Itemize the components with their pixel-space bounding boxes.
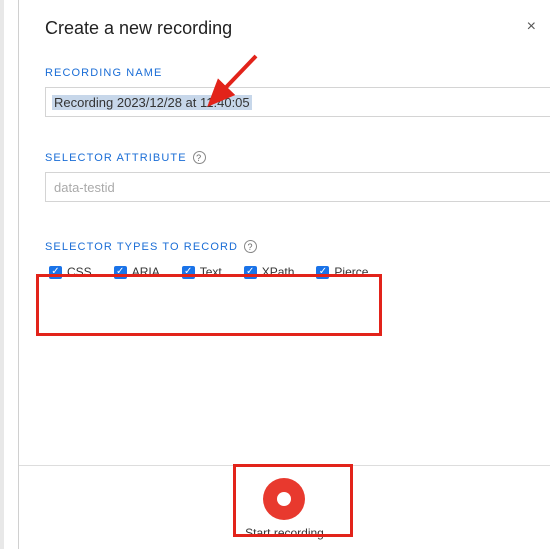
footer: Start recording bbox=[19, 465, 550, 549]
check-icon: ✓ bbox=[182, 266, 195, 279]
help-icon[interactable]: ? bbox=[244, 240, 257, 253]
selector-attribute-label: SELECTOR ATTRIBUTE ? bbox=[45, 151, 550, 164]
checkbox-pierce[interactable]: ✓ Pierce bbox=[316, 265, 368, 279]
checkbox-aria[interactable]: ✓ ARIA bbox=[114, 265, 160, 279]
checkbox-xpath[interactable]: ✓ XPath bbox=[244, 265, 295, 279]
close-icon[interactable]: × bbox=[527, 18, 536, 36]
check-icon: ✓ bbox=[114, 266, 127, 279]
check-icon: ✓ bbox=[244, 266, 257, 279]
record-icon bbox=[263, 478, 305, 520]
recording-name-input[interactable]: Recording 2023/12/28 at 11:40:05 bbox=[45, 87, 550, 117]
page-title: Create a new recording bbox=[45, 18, 550, 39]
start-recording-button[interactable]: Start recording bbox=[245, 478, 324, 540]
check-icon: ✓ bbox=[49, 266, 62, 279]
check-icon: ✓ bbox=[316, 266, 329, 279]
checkbox-css[interactable]: ✓ CSS bbox=[49, 265, 92, 279]
recording-name-value: Recording 2023/12/28 at 11:40:05 bbox=[52, 95, 252, 110]
selector-types-row: ✓ CSS ✓ ARIA ✓ Text ✓ XPath ✓ Pierce bbox=[45, 261, 550, 289]
selector-types-label: SELECTOR TYPES TO RECORD ? bbox=[45, 240, 550, 253]
help-icon[interactable]: ? bbox=[193, 151, 206, 164]
recording-name-label: RECORDING NAME bbox=[45, 67, 550, 79]
checkbox-text[interactable]: ✓ Text bbox=[182, 265, 222, 279]
selector-attribute-input[interactable] bbox=[45, 172, 550, 202]
